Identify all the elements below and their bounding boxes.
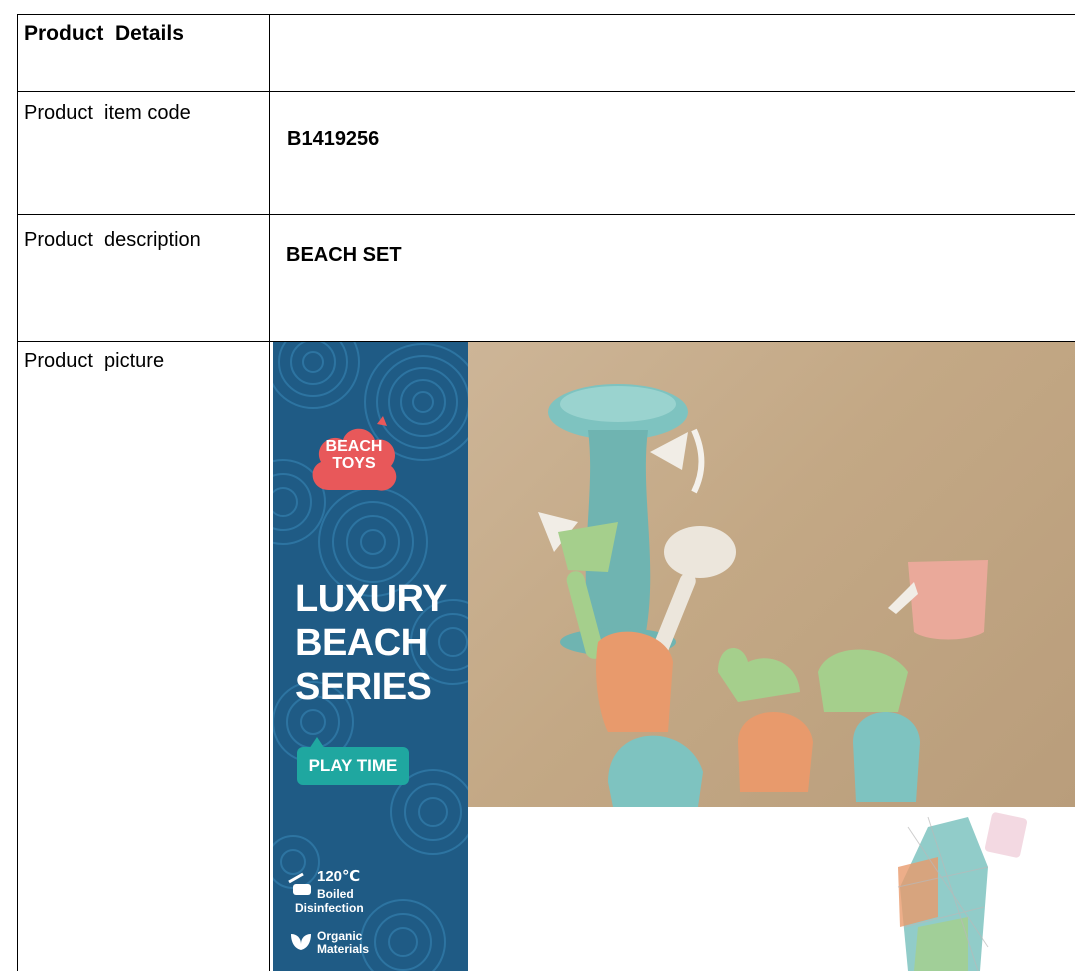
feature-boiled: Boiled <box>317 887 354 901</box>
logo-line2: TOYS <box>332 455 376 472</box>
beach-set-illustration <box>538 384 988 807</box>
logo-text: BEACH TOYS <box>299 438 409 472</box>
description-label: Product description <box>24 229 201 251</box>
picture-label: Product picture <box>24 350 165 372</box>
packaged-product-photo <box>468 807 1075 971</box>
watering-can-icon <box>888 560 988 640</box>
product-details-table: Product Details Product item code Produc… <box>17 14 1075 971</box>
leaf-icon <box>291 934 311 950</box>
product-picture: BEACH TOYS LUXURY BEACH SERIES PLAY TIME… <box>273 342 1075 971</box>
feature-temperature: 120℃ <box>317 868 361 885</box>
series-line3: SERIES <box>295 666 432 708</box>
header-label: Product Details <box>24 22 184 45</box>
play-time-text: PLAY TIME <box>308 756 398 775</box>
table-border-left <box>17 14 18 971</box>
feature-disinfection: Disinfection <box>295 901 364 915</box>
table-border-row1 <box>17 91 1075 92</box>
series-line2: BEACH <box>295 622 428 664</box>
pot-icon <box>288 872 311 895</box>
feature-materials: Materials <box>317 942 370 956</box>
lion-mold-icon <box>596 631 673 732</box>
description-value: BEACH SET <box>286 244 402 266</box>
series-title: LUXURY BEACH SERIES <box>295 577 447 709</box>
sloth-mold-icon <box>608 735 703 807</box>
table-border-divider <box>269 14 270 971</box>
packaging-banner: BEACH TOYS LUXURY BEACH SERIES PLAY TIME… <box>273 342 468 971</box>
product-photo <box>468 342 1075 807</box>
table-border-top <box>17 14 1075 15</box>
logo-line1: BEACH <box>325 438 383 455</box>
elephant-mold-icon <box>818 649 908 712</box>
series-line1: LUXURY <box>295 578 447 620</box>
item-code-label: Product item code <box>24 102 191 124</box>
bear-mold-icon <box>853 712 920 802</box>
sheep-mold-icon <box>738 712 813 792</box>
netted-package-icon <box>897 812 1028 971</box>
item-code-value: B1419256 <box>287 128 380 150</box>
table-border-row2 <box>17 214 1075 215</box>
swan-mold-icon <box>718 648 800 702</box>
